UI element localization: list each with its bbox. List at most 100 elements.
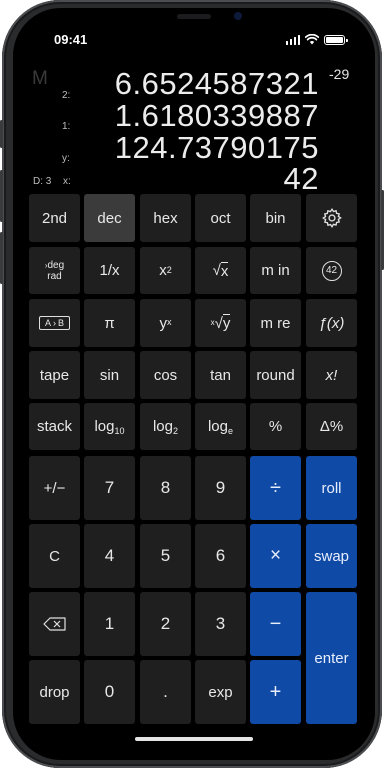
- minus-button[interactable]: −: [250, 592, 301, 656]
- root-symbol: √: [214, 314, 223, 332]
- power-base: y: [159, 314, 168, 332]
- log2-base: log: [152, 418, 173, 435]
- home-indicator[interactable]: [135, 737, 253, 741]
- log10-subscript: 10: [114, 425, 125, 436]
- deg-rad-toggle[interactable]: ›deg rad: [29, 247, 80, 294]
- power-exponent: x: [167, 317, 172, 327]
- screen: 09:41 M 2: 6.6524587321 -29 1: 1.6180339…: [13, 8, 375, 760]
- answer-42-icon: 42: [321, 260, 342, 281]
- digit-2-button[interactable]: 2: [140, 592, 191, 656]
- clear-button[interactable]: C: [29, 524, 80, 588]
- digit-6-button[interactable]: 6: [195, 524, 246, 588]
- tan-button[interactable]: tan: [195, 351, 246, 399]
- swap-ab-icon: A › B: [38, 316, 71, 330]
- nth-root-button[interactable]: x √ y: [195, 299, 246, 347]
- binary-mode-button[interactable]: bin: [250, 194, 301, 242]
- register-value-1: 1.6180339887: [114, 98, 319, 133]
- rad-label: rad: [47, 270, 62, 282]
- volume-down-button: [0, 232, 3, 284]
- backspace-icon: [42, 617, 66, 631]
- register-value-x: 42: [283, 161, 319, 196]
- divide-button[interactable]: ÷: [250, 456, 301, 520]
- digit-0-button[interactable]: 0: [84, 660, 135, 724]
- register-label-1: 1:: [62, 121, 71, 132]
- enter-button[interactable]: enter: [306, 592, 357, 724]
- volume-up-button: [0, 170, 3, 222]
- sin-button[interactable]: sin: [84, 351, 135, 399]
- decimal-point-button[interactable]: .: [140, 660, 191, 724]
- backspace-button[interactable]: [29, 592, 80, 656]
- log2-button[interactable]: log 2: [140, 403, 191, 450]
- loge-subscript: e: [228, 425, 234, 436]
- power-button[interactable]: yx: [140, 299, 191, 347]
- factorial-button[interactable]: x!: [306, 351, 357, 399]
- answer-button[interactable]: 42: [306, 247, 357, 294]
- multiply-button[interactable]: ×: [250, 524, 301, 588]
- octal-mode-button[interactable]: oct: [195, 194, 246, 242]
- roll-button[interactable]: roll: [306, 456, 357, 520]
- log2-subscript: 2: [173, 425, 179, 436]
- cos-button[interactable]: cos: [140, 351, 191, 399]
- square-button[interactable]: x2: [140, 247, 191, 294]
- notch: [119, 8, 269, 36]
- stack-display: M 2: 6.6524587321 -29 1: 1.6180339887 y:…: [13, 54, 375, 199]
- reciprocal-button[interactable]: 1/x: [84, 247, 135, 294]
- memory-indicator: M: [32, 68, 48, 89]
- swap-ab-button[interactable]: A › B: [29, 299, 80, 347]
- square-root-button[interactable]: √ x: [195, 247, 246, 294]
- sqrt-variable: x: [220, 261, 229, 280]
- chevron-right-icon: ›: [53, 318, 56, 328]
- square-base: x: [159, 262, 167, 279]
- plus-minus-button[interactable]: +/−: [29, 456, 80, 520]
- square-exponent: 2: [166, 264, 172, 275]
- plus-button[interactable]: +: [250, 660, 301, 724]
- register-label-y: y:: [62, 153, 70, 164]
- round-button[interactable]: round: [250, 351, 301, 399]
- exponent-button[interactable]: exp: [195, 660, 246, 724]
- natural-log-button[interactable]: log e: [195, 403, 246, 450]
- function-button[interactable]: ƒ(x): [306, 299, 357, 347]
- register-label-2: 2:: [62, 90, 71, 101]
- cellular-signal-icon: [285, 34, 300, 45]
- deg-label: ›deg: [44, 259, 65, 271]
- pi-button[interactable]: π: [84, 299, 135, 347]
- phone-frame: 09:41 M 2: 6.6524587321 -29 1: 1.6180339…: [2, 0, 382, 768]
- tape-button[interactable]: tape: [29, 351, 80, 399]
- swap-button[interactable]: swap: [306, 524, 357, 588]
- stack-button[interactable]: stack: [29, 403, 80, 450]
- speaker: [177, 14, 211, 19]
- keypad: 2nd dec hex oct bin ›deg rad 1/x x 2 √ x…: [29, 194, 359, 724]
- second-function-button[interactable]: 2nd: [29, 194, 80, 242]
- decimal-mode-button[interactable]: dec: [84, 194, 135, 242]
- drop-button[interactable]: drop: [29, 660, 80, 724]
- digit-8-button[interactable]: 8: [140, 456, 191, 520]
- gear-icon: [321, 208, 342, 228]
- register-label-x: x:: [63, 176, 71, 187]
- exponent-indicator: -29: [329, 66, 350, 82]
- digit-4-button[interactable]: 4: [84, 524, 135, 588]
- memory-in-button[interactable]: m in: [250, 247, 301, 294]
- digit-7-button[interactable]: 7: [84, 456, 135, 520]
- percent-button[interactable]: %: [250, 403, 301, 450]
- log10-button[interactable]: log 10: [84, 403, 135, 450]
- root-variable: y: [222, 314, 231, 332]
- digit-5-button[interactable]: 5: [140, 524, 191, 588]
- status-time: 09:41: [54, 32, 88, 47]
- settings-button[interactable]: [306, 194, 357, 242]
- memory-recall-button[interactable]: m re: [250, 299, 301, 347]
- register-value-2: 6.6524587321: [114, 66, 319, 101]
- loge-base: log: [207, 418, 228, 435]
- delta-percent-button[interactable]: Δ%: [306, 403, 357, 450]
- log10-base: log: [94, 418, 115, 435]
- hex-mode-button[interactable]: hex: [140, 194, 191, 242]
- register-value-y: 124.73790175: [114, 130, 319, 165]
- wifi-icon: [305, 34, 319, 45]
- sqrt-symbol: √: [212, 262, 221, 279]
- digit-9-button[interactable]: 9: [195, 456, 246, 520]
- front-camera: [234, 12, 242, 20]
- stack-depth: D: 3: [33, 176, 52, 187]
- digit-1-button[interactable]: 1: [84, 592, 135, 656]
- root-index: x: [210, 317, 215, 327]
- status-icons: [285, 33, 348, 45]
- digit-3-button[interactable]: 3: [195, 592, 246, 656]
